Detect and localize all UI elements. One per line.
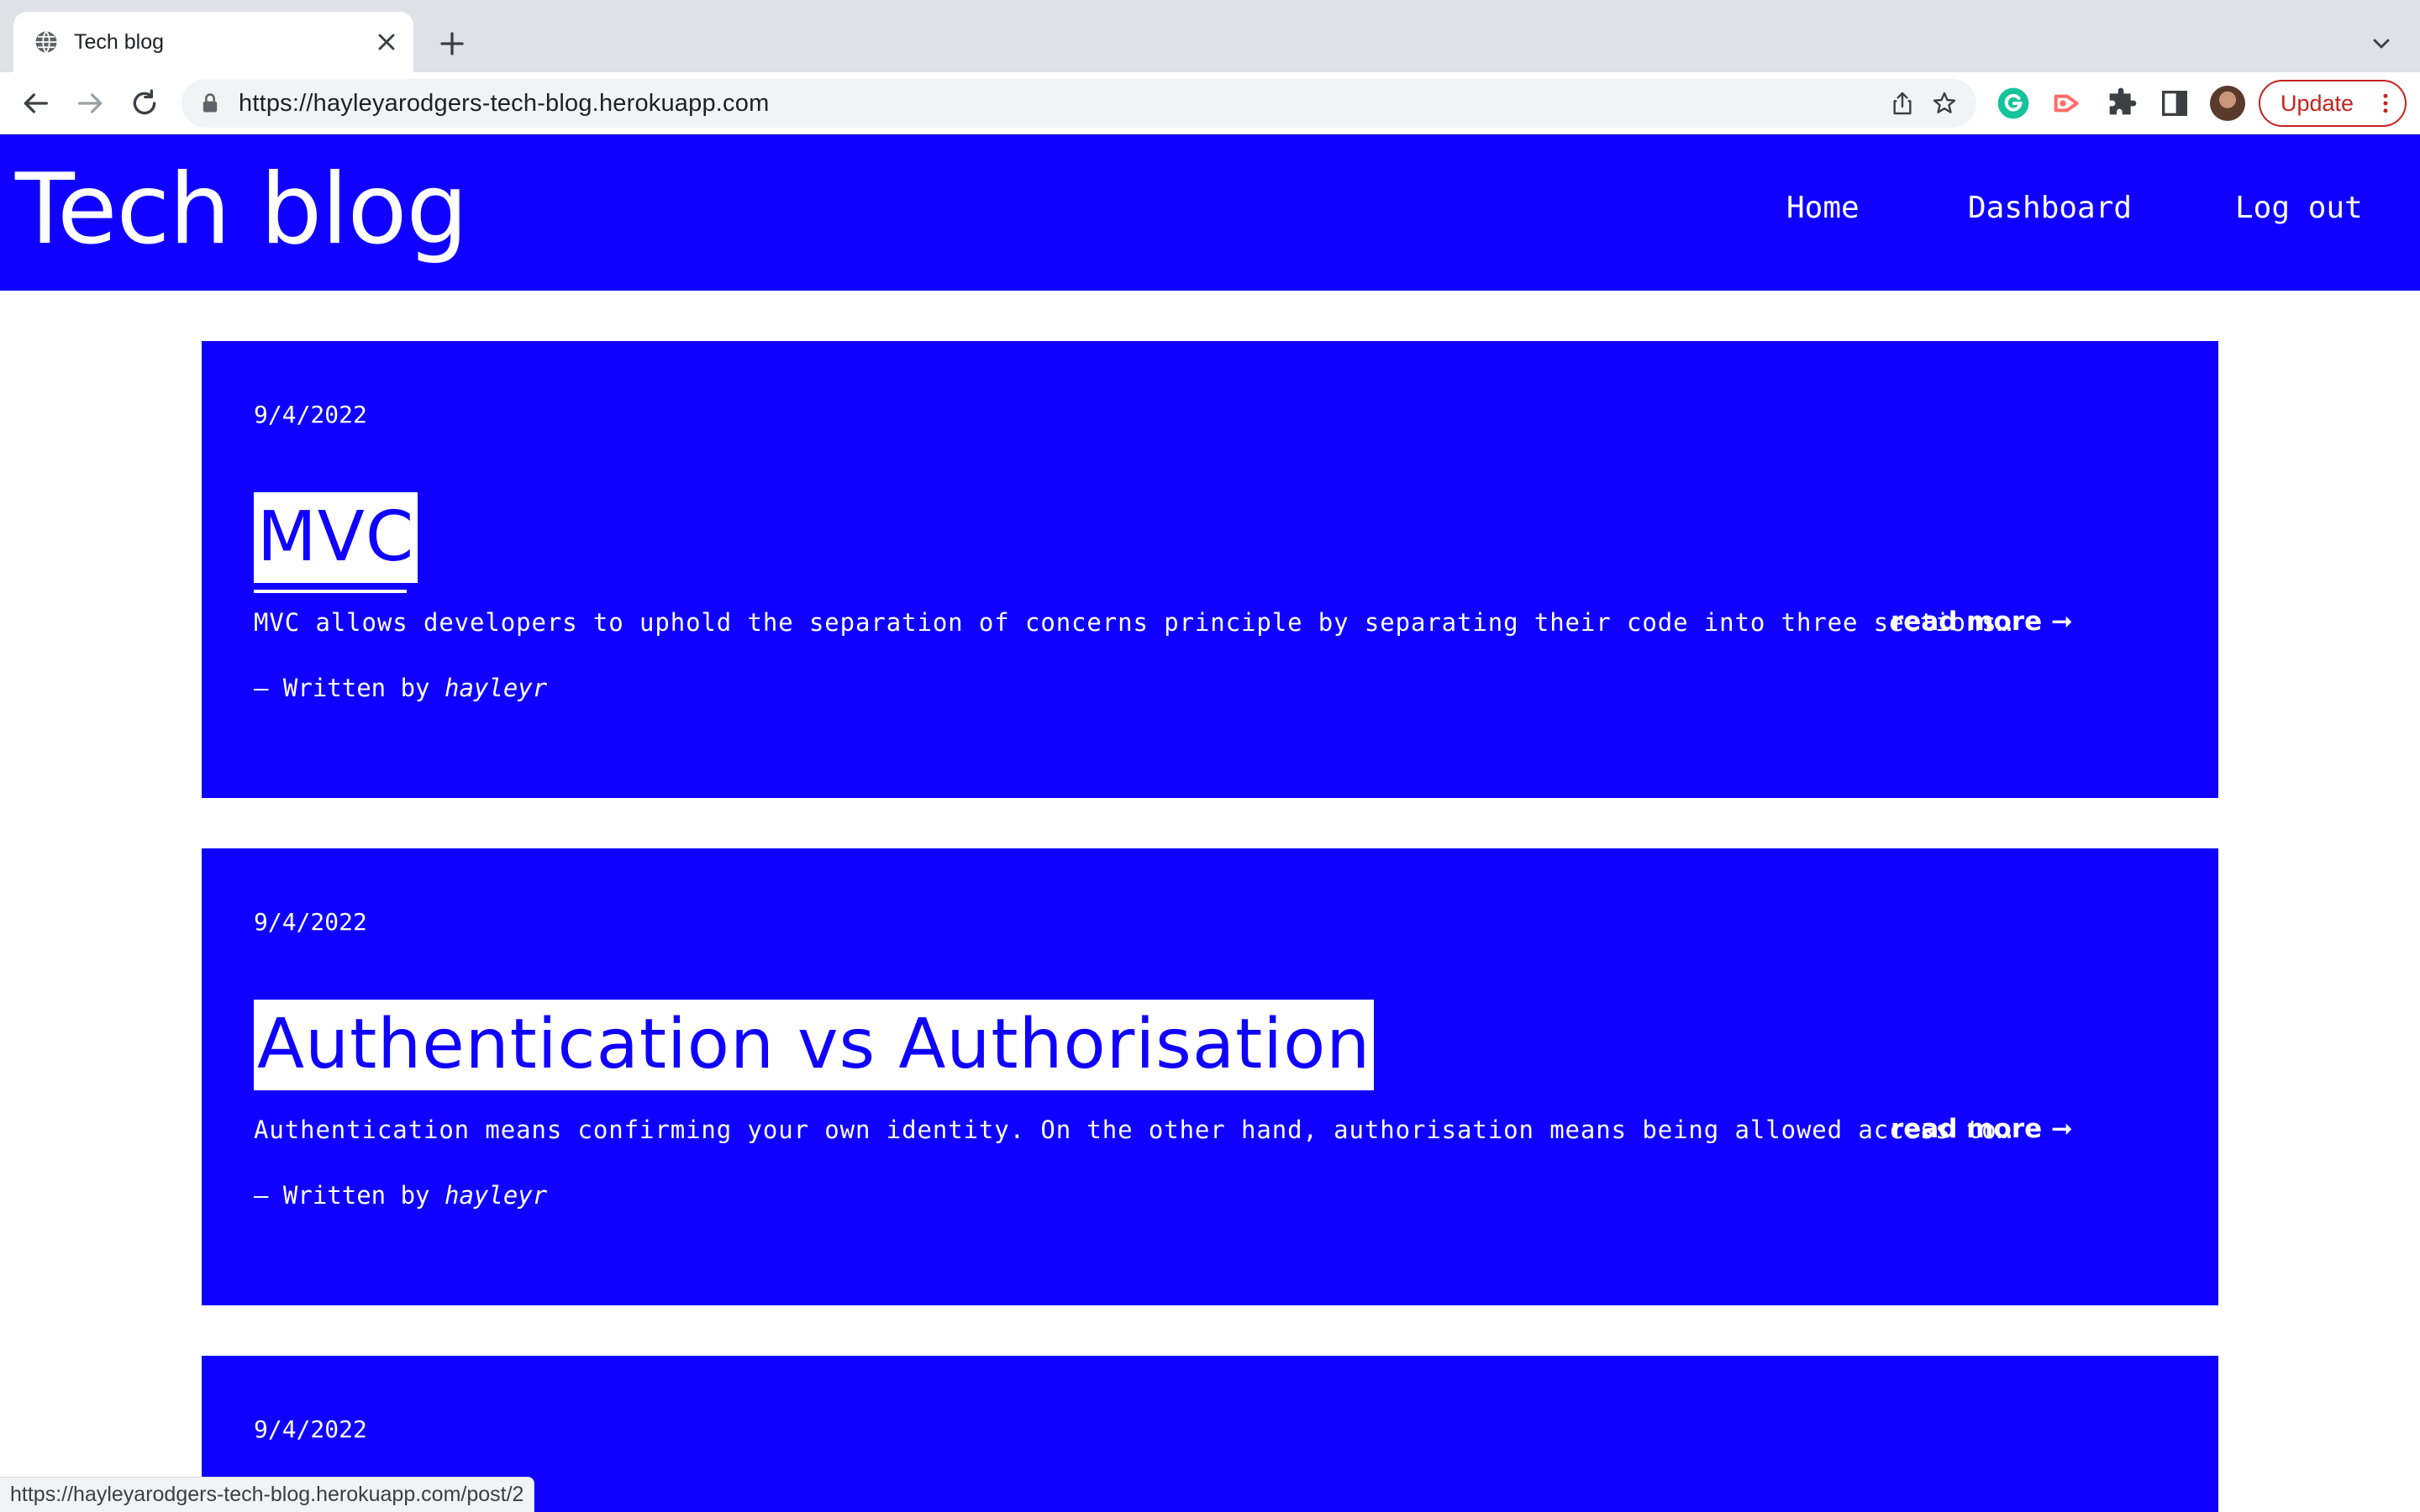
- status-url: https://hayleyarodgers-tech-blog.herokua…: [10, 1483, 524, 1506]
- post-title-highlight[interactable]: MVC: [254, 492, 418, 583]
- title-underline: [254, 590, 407, 593]
- post-author: — Written by hayleyr: [254, 1179, 547, 1211]
- link-status-bubble: https://hayleyarodgers-tech-blog.herokua…: [0, 1477, 535, 1512]
- nav-logout-link[interactable]: Log out: [2235, 190, 2363, 227]
- read-more-link[interactable]: read more ➞: [1891, 1112, 2073, 1146]
- post-excerpt: MVC allows developers to uphold the sepa…: [254, 608, 2012, 637]
- back-arrow-icon[interactable]: [18, 87, 52, 120]
- address-bar[interactable]: https://hayleyarodgers-tech-blog.herokua…: [182, 79, 1976, 128]
- site-title: Tech blog: [15, 153, 468, 266]
- update-button[interactable]: Update: [2259, 80, 2407, 127]
- chevron-down-icon[interactable]: [2368, 30, 2395, 57]
- post-date: 9/4/2022: [254, 401, 367, 428]
- globe-icon: [35, 30, 57, 54]
- browser-tab-tech-blog[interactable]: Tech blog: [13, 12, 413, 72]
- star-bookmark-icon[interactable]: [1931, 90, 1958, 117]
- browser-tabstrip: Tech blog: [0, 0, 2420, 72]
- author-prefix: — Written by: [254, 674, 430, 702]
- close-icon[interactable]: [373, 29, 400, 55]
- author-name: hayleyr: [444, 1181, 548, 1210]
- url-text[interactable]: https://hayleyarodgers-tech-blog.herokua…: [239, 88, 769, 118]
- reload-icon[interactable]: [128, 87, 161, 120]
- nav-home-link[interactable]: Home: [1786, 190, 1860, 227]
- post-title[interactable]: Authentication vs Authorisation: [257, 1000, 1370, 1090]
- post-card: 9/4/2022 MVC MVC allows developers to up…: [202, 341, 2218, 798]
- tab-title: Tech blog: [74, 30, 165, 54]
- post-date: 9/4/2022: [254, 908, 367, 936]
- post-date: 9/4/2022: [254, 1415, 367, 1443]
- new-tab-plus-icon[interactable]: [437, 29, 467, 59]
- profile-avatar[interactable]: [2210, 86, 2245, 121]
- author-prefix: — Written by: [254, 1181, 430, 1210]
- grammarly-icon[interactable]: [1996, 87, 2030, 120]
- nav-dashboard-link[interactable]: Dashboard: [1968, 190, 2132, 227]
- post-title-highlight[interactable]: Authentication vs Authorisation: [254, 1000, 1375, 1090]
- forward-arrow-icon[interactable]: [74, 87, 108, 120]
- read-more-link[interactable]: read more ➞: [1891, 605, 2073, 638]
- post-author: — Written by hayleyr: [254, 672, 547, 704]
- post-excerpt: Authentication means confirming your own…: [254, 1116, 2012, 1144]
- screen-recorder-icon[interactable]: [2050, 87, 2084, 120]
- puzzle-extensions-icon[interactable]: [2104, 87, 2138, 120]
- site-header: Tech blog Home Dashboard Log out: [0, 134, 2420, 291]
- browser-toolbar: https://hayleyarodgers-tech-blog.herokua…: [0, 72, 2420, 134]
- more-vert-icon[interactable]: [2373, 91, 2398, 116]
- post-card: 9/4/2022 Authentication vs Authorisation…: [202, 848, 2218, 1305]
- author-name: hayleyr: [444, 674, 548, 702]
- update-label: Update: [2281, 91, 2354, 116]
- post-title[interactable]: MVC: [257, 492, 414, 583]
- lock-icon[interactable]: [198, 92, 222, 115]
- share-icon[interactable]: [1889, 90, 1916, 117]
- side-panel-icon[interactable]: [2158, 87, 2191, 120]
